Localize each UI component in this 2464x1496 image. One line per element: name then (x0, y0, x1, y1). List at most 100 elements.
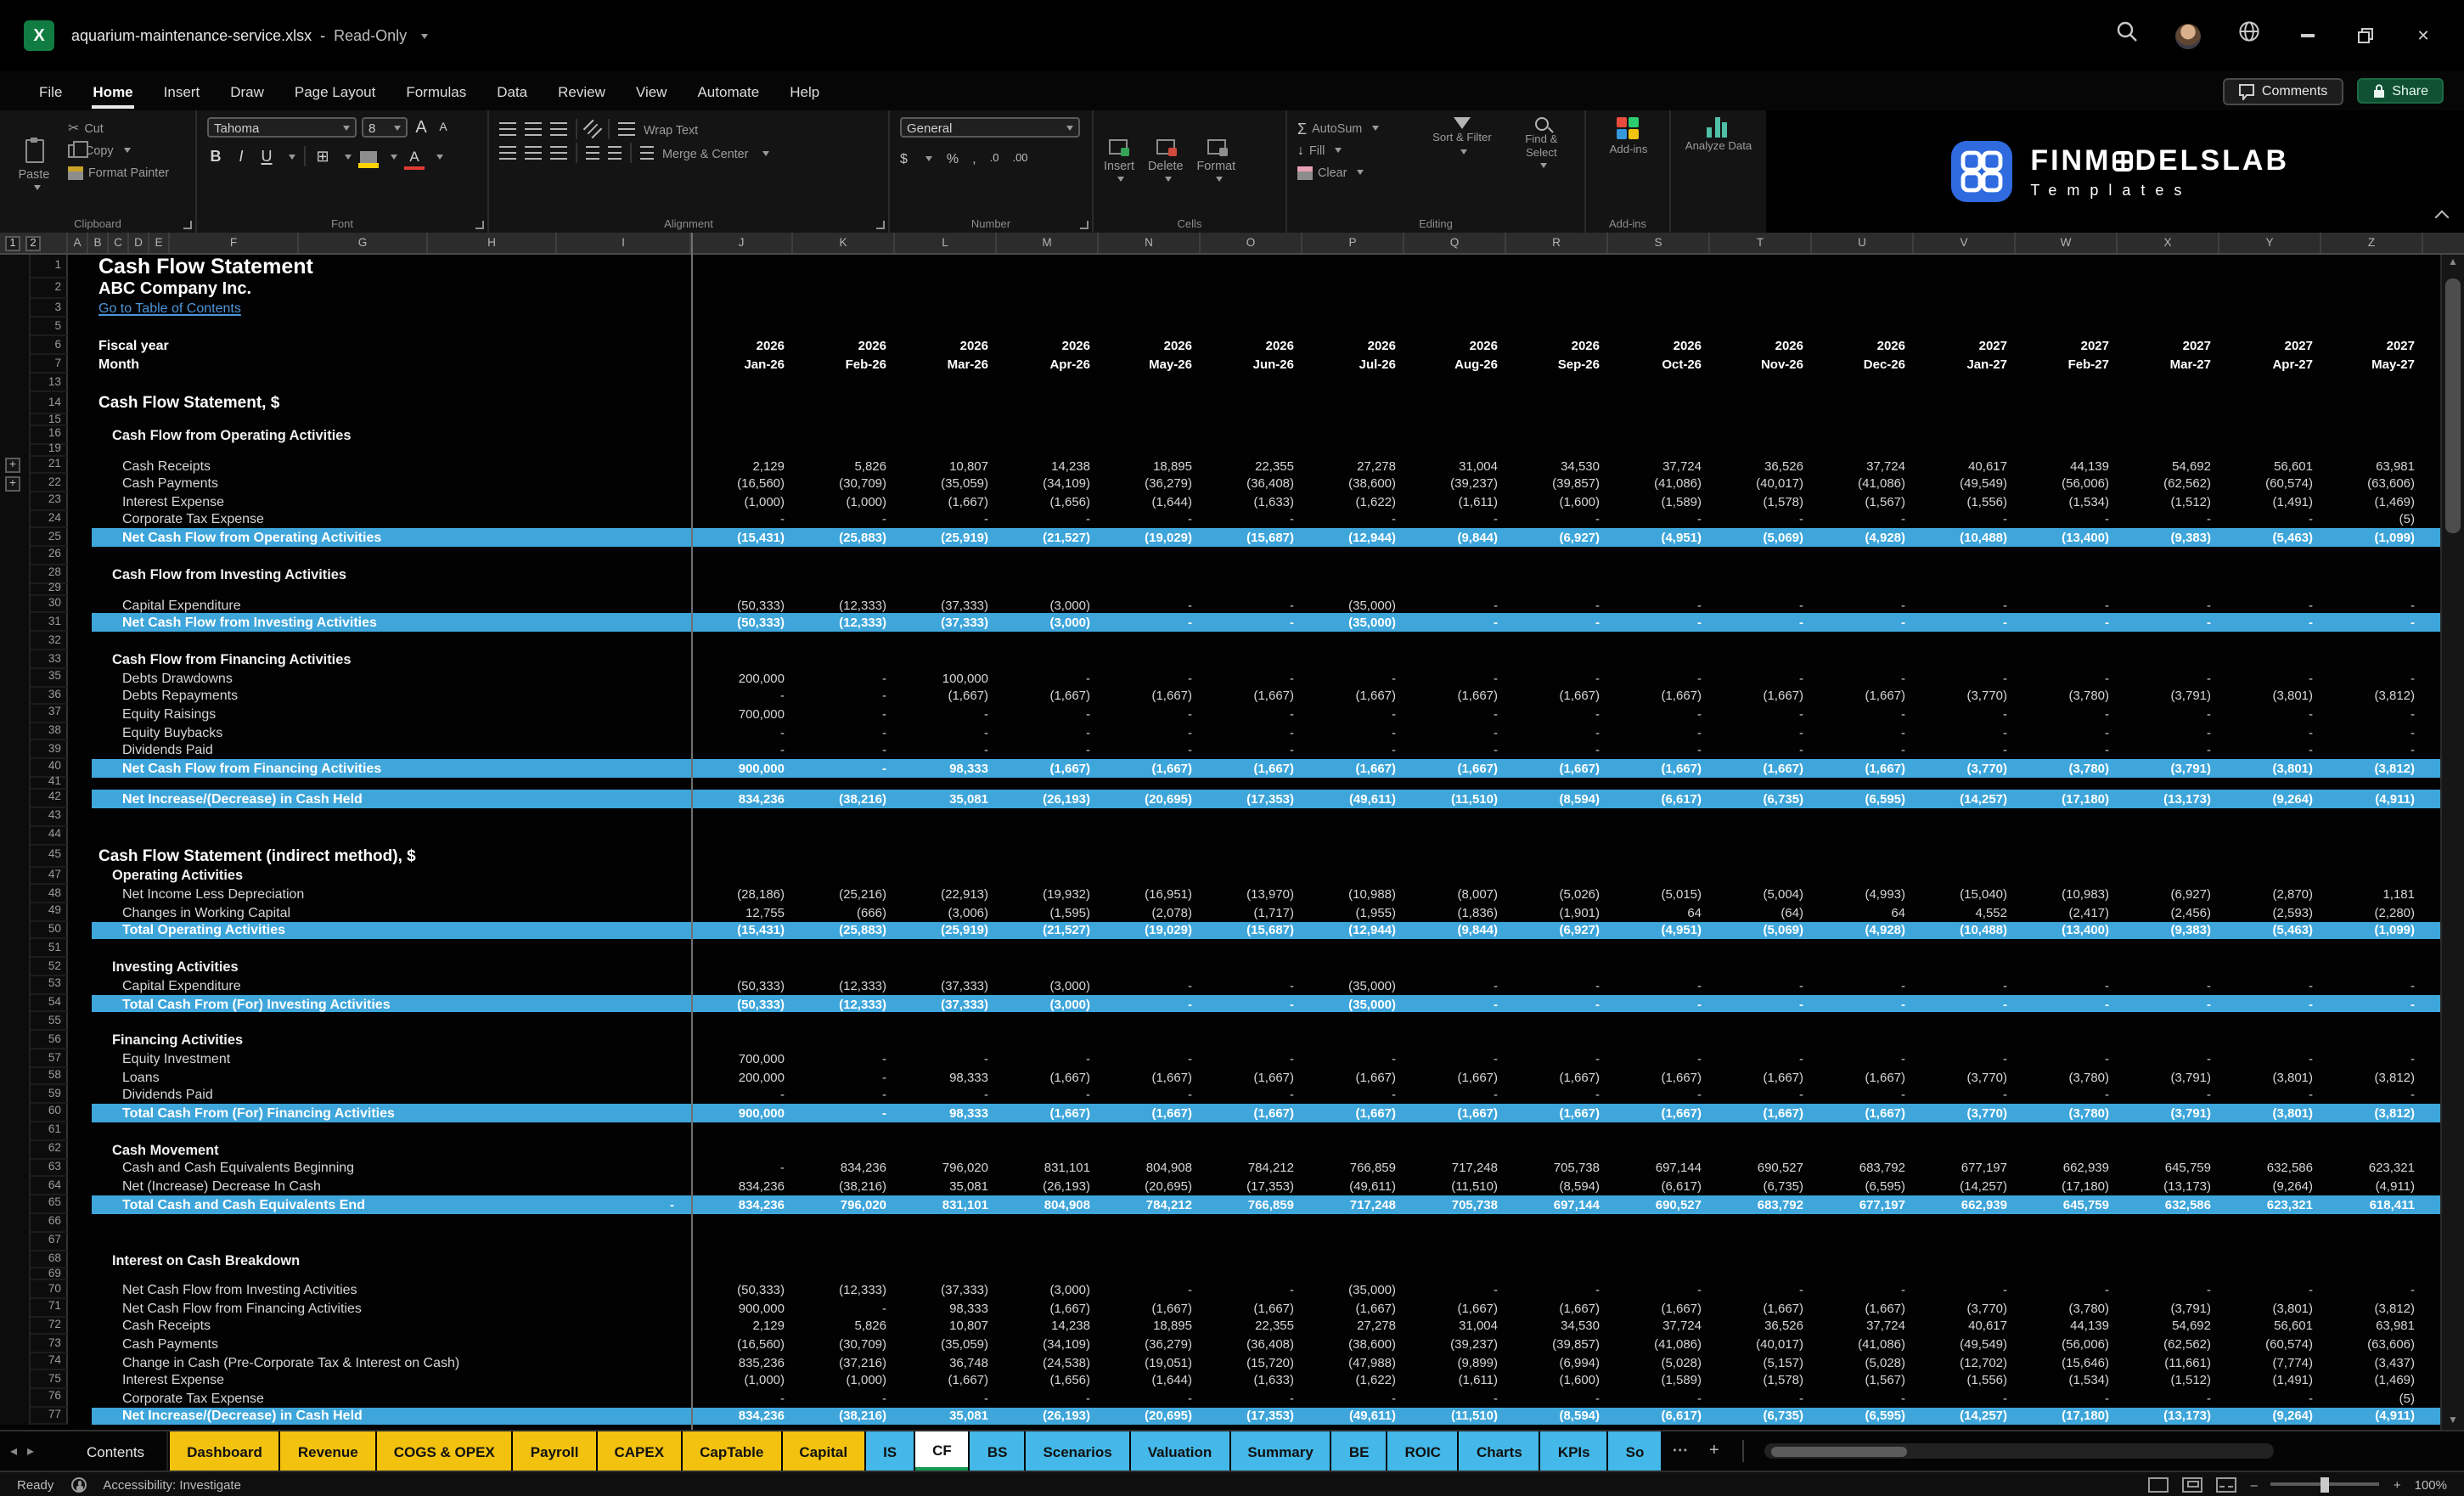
cell-value[interactable]: - (2016, 741, 2118, 759)
autosum-button[interactable]: ΣAutoSum (1297, 117, 1415, 139)
cell-value[interactable]: 2026 (1201, 336, 1302, 355)
cell-value[interactable]: 2026 (1608, 336, 1710, 355)
row-number[interactable]: 72 (31, 1317, 68, 1335)
cell-value[interactable]: (5) (2321, 510, 2423, 528)
cell-value[interactable]: - (2321, 705, 2423, 723)
cell-value[interactable]: 645,759 (2118, 1159, 2219, 1177)
cell-value[interactable]: (1,667) (1506, 1104, 1608, 1122)
search-icon[interactable] (2116, 20, 2138, 51)
row-number[interactable]: 62 (31, 1141, 68, 1160)
cell-value[interactable]: (1,000) (691, 1371, 793, 1389)
cell-value[interactable]: 2026 (691, 336, 793, 355)
row-number[interactable]: 33 (31, 650, 68, 669)
sheet-tab-roic[interactable]: ROIC (1387, 1431, 1458, 1471)
zoom-slider[interactable] (2271, 1482, 2380, 1486)
cell-value[interactable]: 690,527 (1608, 1195, 1710, 1214)
cell-value[interactable]: - (2219, 1281, 2321, 1299)
cell-value[interactable]: (49,611) (1302, 1178, 1404, 1195)
cell-value[interactable]: - (1099, 1281, 1201, 1299)
cell-value[interactable]: (5,463) (2219, 921, 2321, 940)
cell-value[interactable]: (6,595) (1812, 789, 1914, 807)
cell-value[interactable]: - (1404, 1086, 1506, 1104)
row-number[interactable]: 64 (31, 1178, 68, 1195)
cell-value[interactable]: 2026 (1302, 336, 1404, 355)
scroll-down-arrow-icon[interactable]: ▼ (2442, 1413, 2464, 1430)
cell-value[interactable]: (1,667) (1099, 759, 1201, 778)
cell-value[interactable]: - (793, 759, 895, 778)
cell-value[interactable]: (1,667) (1099, 687, 1201, 705)
cell-value[interactable]: (5,004) (1710, 886, 1812, 903)
cell-value[interactable]: (17,180) (2016, 1407, 2118, 1426)
column-header-E[interactable]: E (149, 233, 170, 253)
cell-value[interactable]: - (2016, 705, 2118, 723)
cell-value[interactable]: 5,826 (793, 457, 895, 475)
addins-button[interactable]: Add-ins (1596, 117, 1661, 157)
cell-value[interactable]: 14,238 (997, 457, 1099, 475)
cell-value[interactable]: (1,667) (997, 759, 1099, 778)
cell-value[interactable]: - (2118, 614, 2219, 633)
cell-value[interactable]: - (2321, 596, 2423, 614)
freeze-pane-divider[interactable] (691, 233, 693, 1430)
cell-value[interactable]: - (1201, 976, 1302, 994)
cell-value[interactable]: (50,333) (691, 1281, 793, 1299)
cell-value[interactable]: (39,237) (1404, 1335, 1506, 1353)
cell-value[interactable]: 831,101 (997, 1159, 1099, 1177)
cell-value[interactable]: (3,812) (2321, 687, 2423, 705)
cell-value[interactable]: - (1201, 614, 1302, 633)
cell-value[interactable]: - (2118, 1086, 2219, 1104)
cell-value[interactable]: - (1404, 1281, 1506, 1299)
cell-value[interactable]: 63,981 (2321, 1317, 2423, 1335)
cell-value[interactable]: (36,279) (1099, 475, 1201, 492)
cell-value[interactable]: 2026 (1710, 336, 1812, 355)
cell-value[interactable]: - (793, 510, 895, 528)
cell-value[interactable]: 2026 (1506, 336, 1608, 355)
cell-value[interactable]: - (997, 705, 1099, 723)
cell-value[interactable]: - (1506, 705, 1608, 723)
cell-value[interactable]: (1,667) (1710, 1068, 1812, 1086)
cell-value[interactable]: (9,899) (1404, 1353, 1506, 1371)
cell-value[interactable]: 2026 (1099, 336, 1201, 355)
cell-value[interactable]: (50,333) (691, 614, 793, 633)
cell-value[interactable]: - (997, 510, 1099, 528)
cell-value[interactable]: - (1302, 741, 1404, 759)
cell-value[interactable]: - (2016, 994, 2118, 1013)
column-header-V[interactable]: V (1914, 233, 2016, 253)
cell-value[interactable]: (1,667) (1404, 1299, 1506, 1317)
cell-value[interactable]: - (793, 1389, 895, 1407)
wrap-text-button[interactable]: Wrap Text (644, 121, 698, 137)
sheet-tab-dashboard[interactable]: Dashboard (170, 1431, 279, 1471)
cell-value[interactable]: (5,028) (1812, 1353, 1914, 1371)
dialog-launcher-icon[interactable] (1080, 221, 1089, 229)
cell-value[interactable]: (1,000) (793, 1371, 895, 1389)
row-number[interactable]: 22 (31, 475, 68, 492)
cell-value[interactable]: - (2321, 723, 2423, 740)
vertical-scroll-thumb[interactable] (2445, 278, 2461, 533)
cell-value[interactable]: (1,667) (1201, 1104, 1302, 1122)
cell-value[interactable]: - (1099, 614, 1201, 633)
cell-value[interactable]: 64 (1608, 903, 1710, 921)
cell-value[interactable]: (3,770) (1914, 1299, 2016, 1317)
zoom-level[interactable]: 100% (2415, 1476, 2447, 1492)
cell-value[interactable]: (1,667) (1201, 759, 1302, 778)
cell-value[interactable]: (35,059) (895, 475, 997, 492)
decrease-decimal-button[interactable]: .00 (1012, 152, 1027, 164)
cell-value[interactable]: - (1608, 994, 1710, 1013)
cell-value[interactable]: (35,000) (1302, 994, 1404, 1013)
cell-value[interactable]: (38,216) (793, 789, 895, 807)
cell-value[interactable]: (34,109) (997, 1335, 1099, 1353)
cell-value[interactable]: (16,560) (691, 1335, 793, 1353)
cell-value[interactable]: (1,667) (1506, 759, 1608, 778)
cell-value[interactable]: May-26 (1099, 355, 1201, 374)
cell-value[interactable]: (1,667) (895, 687, 997, 705)
cell-value[interactable]: 683,792 (1812, 1159, 1914, 1177)
cell-value[interactable]: - (1710, 1050, 1812, 1068)
row-number[interactable]: 56 (31, 1032, 68, 1050)
cell-value[interactable]: - (2016, 976, 2118, 994)
cell-value[interactable]: (3,000) (997, 1281, 1099, 1299)
cell-value[interactable]: (19,051) (1099, 1353, 1201, 1371)
row-number[interactable]: 49 (31, 903, 68, 921)
cell-value[interactable]: (25,883) (793, 921, 895, 940)
row-number[interactable]: 47 (31, 867, 68, 886)
cell-value[interactable]: 2027 (2016, 336, 2118, 355)
column-header-R[interactable]: R (1506, 233, 1608, 253)
